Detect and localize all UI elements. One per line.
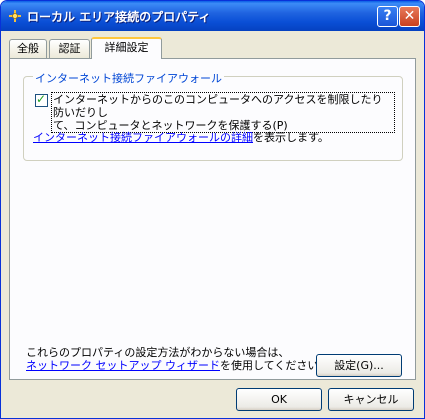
network-connection-icon [9, 10, 21, 22]
tab-advanced[interactable]: 詳細設定 [91, 37, 162, 59]
help-button[interactable]: ? [377, 6, 398, 27]
firewall-group-title: インターネット接続ファイアウォール [33, 70, 224, 86]
network-setup-wizard-link[interactable]: ネットワーク セットアップ ウィザード [26, 359, 220, 372]
advanced-tab-panel: インターネット接続ファイアウォール ✓ インターネットからのこのコンピュータへの… [9, 58, 416, 380]
firewall-checkbox[interactable]: ✓ [35, 92, 48, 107]
footer-note-line1: これらのプロパティの設定方法がわからない場合は、 [26, 346, 290, 359]
window-title: ローカル エリア接続のプロパティ [27, 10, 211, 24]
footer-note-suffix: を使用してください。 [220, 359, 330, 372]
firewall-detail-line: インターネット接続ファイアウォールの詳細を表示します。 [33, 129, 329, 145]
settings-button[interactable]: 設定(G)... [316, 354, 402, 377]
cancel-button[interactable]: キャンセル [328, 388, 414, 411]
close-button[interactable]: ✕ [399, 6, 420, 27]
title-bar[interactable]: ローカル エリア接続のプロパティ ? ✕ [1, 1, 424, 31]
firewall-details-link[interactable]: インターネット接続ファイアウォールの詳細 [33, 131, 253, 144]
footer-note: これらのプロパティの設定方法がわからない場合は、 ネットワーク セットアップ ウ… [26, 346, 329, 372]
ok-button[interactable]: OK [236, 388, 322, 411]
checkmark-icon: ✓ [36, 92, 47, 106]
checkbox-label-line1: インターネットからのこのコンピュータへのアクセスを制限したり防いだりし [53, 93, 383, 119]
firewall-groupbox: インターネット接続ファイアウォール ✓ インターネットからのこのコンピュータへの… [23, 70, 403, 161]
firewall-checkbox-label[interactable]: インターネットからのこのコンピュータへのアクセスを制限したり防いだりし て、コン… [51, 92, 395, 133]
footer-note-line2: ネットワーク セットアップ ウィザードを使用してください。 [26, 359, 329, 372]
properties-dialog: ローカル エリア接続のプロパティ ? ✕ 全般 認証 詳細設定 インターネット接… [0, 0, 425, 419]
tab-authentication[interactable]: 認証 [49, 39, 90, 58]
tab-general[interactable]: 全般 [9, 39, 47, 58]
firewall-detail-suffix: を表示します。 [253, 131, 329, 144]
